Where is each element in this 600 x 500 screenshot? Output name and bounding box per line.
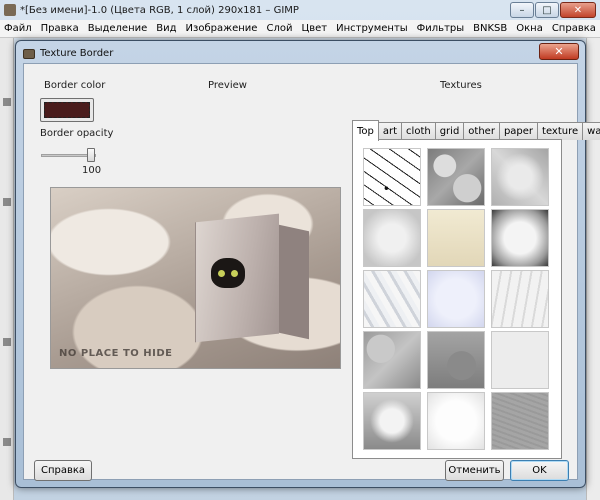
texture-thumbnail[interactable] [491, 331, 549, 389]
minimize-button[interactable]: – [510, 2, 534, 18]
border-color-button[interactable] [40, 98, 94, 122]
tab-other[interactable]: other [463, 122, 500, 140]
cat-eye [231, 270, 238, 277]
gimp-app-icon [23, 48, 35, 59]
menu-windows[interactable]: Окна [516, 23, 543, 34]
tab-grid[interactable]: grid [434, 122, 465, 140]
cat-eye [218, 270, 225, 277]
texture-thumbnail[interactable] [363, 331, 421, 389]
texture-thumbnail[interactable] [491, 148, 549, 206]
texture-border-dialog: Texture Border ✕ Border color Border opa… [15, 40, 600, 488]
border-color-label: Border color [44, 80, 106, 91]
tab-paper[interactable]: paper [498, 122, 539, 140]
menu-tools[interactable]: Инструменты [336, 23, 408, 34]
texture-thumbnail[interactable] [363, 209, 421, 267]
tool-icon[interactable] [3, 338, 11, 346]
tool-icon[interactable] [3, 198, 11, 206]
cancel-button[interactable]: Отменить [445, 460, 504, 481]
border-opacity-value: 100 [82, 165, 102, 176]
dialog-title-bar: Texture Border [23, 45, 578, 62]
texture-thumbnail[interactable] [427, 392, 485, 450]
border-color-swatch [44, 102, 90, 118]
dialog-close-button[interactable]: ✕ [539, 43, 579, 60]
texture-thumbnail[interactable] [363, 392, 421, 450]
texture-tabs: Top art cloth grid other paper texture w… [352, 120, 600, 141]
menu-help[interactable]: Справка [552, 23, 596, 34]
texture-thumbnail[interactable] [427, 270, 485, 328]
texture-thumbnail[interactable] [491, 392, 549, 450]
texture-thumbnail[interactable] [491, 270, 549, 328]
dock-strip [586, 38, 600, 500]
tab-texture[interactable]: texture [537, 122, 584, 140]
preview-label: Preview [208, 80, 247, 91]
texture-thumbnail[interactable] [427, 209, 485, 267]
menu-image[interactable]: Изображение [186, 23, 258, 34]
tab-top[interactable]: Top [352, 120, 379, 141]
menu-colors[interactable]: Цвет [301, 23, 327, 34]
ok-button[interactable]: OK [510, 460, 569, 481]
toolbox-strip [0, 38, 14, 500]
tab-art[interactable]: art [377, 122, 403, 140]
menu-bnksb[interactable]: BNKSB [473, 23, 507, 34]
texture-thumbnail[interactable] [427, 331, 485, 389]
gimp-app-icon [4, 4, 16, 16]
maximize-button[interactable]: □ [535, 2, 559, 18]
border-opacity-slider-thumb[interactable] [87, 148, 95, 162]
menu-layer[interactable]: Слой [266, 23, 292, 34]
texture-thumbnail[interactable] [363, 270, 421, 328]
preview-image: NO PLACE TO HIDE [50, 187, 341, 369]
menu-edit[interactable]: Правка [41, 23, 79, 34]
texture-grid-panel [352, 139, 562, 459]
dialog-content: Border color Border opacity 100 Preview … [23, 63, 600, 481]
gimp-menubar: Файл Правка Выделение Вид Изображение Сл… [0, 20, 600, 38]
texture-thumbnail-grid [363, 148, 549, 450]
menu-filters[interactable]: Фильтры [417, 23, 464, 34]
menu-file[interactable]: Файл [4, 23, 32, 34]
tab-wall[interactable]: wall [582, 122, 600, 140]
textures-label: Textures [440, 80, 482, 91]
tool-icon[interactable] [3, 98, 11, 106]
preview-box-side [279, 224, 309, 340]
help-button[interactable]: Справка [34, 460, 92, 481]
preview-cat [211, 258, 245, 288]
menu-select[interactable]: Выделение [88, 23, 148, 34]
texture-thumbnail[interactable] [363, 148, 421, 206]
texture-thumbnail[interactable] [491, 209, 549, 267]
tab-cloth[interactable]: cloth [401, 122, 436, 140]
gimp-window-controls: – □ ✕ [510, 2, 596, 18]
close-window-button[interactable]: ✕ [560, 2, 596, 18]
dialog-title: Texture Border [40, 48, 114, 59]
border-opacity-label: Border opacity [40, 128, 114, 139]
tool-icon[interactable] [3, 438, 11, 446]
menu-view[interactable]: Вид [156, 23, 176, 34]
texture-thumbnail[interactable] [427, 148, 485, 206]
gimp-window-title: *[Без имени]-1.0 (Цвета RGB, 1 слой) 290… [20, 4, 299, 16]
preview-caption: NO PLACE TO HIDE [59, 348, 173, 359]
